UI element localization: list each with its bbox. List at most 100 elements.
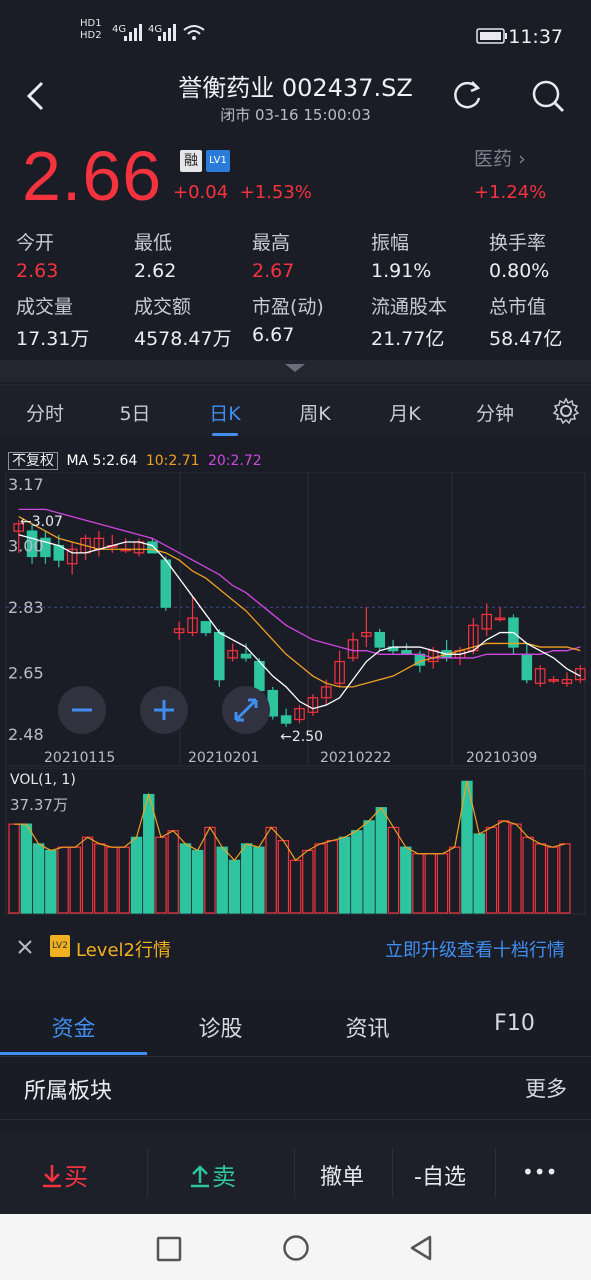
stat-label: 换手率 bbox=[489, 232, 547, 254]
zoom-out-button[interactable] bbox=[58, 686, 106, 734]
volume-bar bbox=[143, 793, 155, 914]
home-icon[interactable] bbox=[282, 1234, 310, 1262]
stat-value: 21.77亿 bbox=[371, 328, 445, 350]
more-link[interactable]: 更多 bbox=[525, 1073, 567, 1103]
volume-bar bbox=[559, 843, 571, 914]
volume-bar bbox=[191, 849, 204, 914]
tab-weekly-k[interactable]: 周K bbox=[270, 399, 360, 426]
tab-minute[interactable]: 分钟 bbox=[450, 399, 540, 426]
volume-bar bbox=[204, 826, 216, 914]
ma5-label: MA 5:2.64 bbox=[66, 453, 138, 469]
last-price: 2.66 bbox=[22, 137, 163, 215]
vol-max-label: 37.37万 bbox=[10, 796, 68, 814]
more-menu-button[interactable]: ••• bbox=[522, 1160, 557, 1184]
y-tick-label: 2.48 bbox=[8, 725, 44, 744]
sector-link[interactable]: 医药 › bbox=[474, 144, 526, 171]
active-tab-indicator bbox=[0, 1052, 147, 1055]
sell-button[interactable]: 卖 bbox=[188, 1157, 236, 1192]
stat-value: 6.67 bbox=[252, 324, 295, 346]
stat-label: 成交额 bbox=[134, 296, 192, 318]
volume-bar bbox=[265, 826, 277, 914]
wifi-icon bbox=[183, 25, 205, 40]
stats-grid: 今开 2.63 最低 2.62 最高 2.67 振幅 1.91% 换手率 0.80% 成交量 17.3… bbox=[0, 228, 591, 358]
candle-body bbox=[280, 715, 292, 724]
stat-value: 0.80% bbox=[489, 260, 550, 282]
vol-title: VOL(1, 1) bbox=[10, 772, 76, 788]
buy-button[interactable]: 买 bbox=[40, 1157, 88, 1192]
tab-5day[interactable]: 5日 bbox=[90, 399, 180, 426]
stat-label: 最高 bbox=[252, 232, 291, 254]
stat-value: 2.63 bbox=[16, 260, 59, 282]
volume-bar bbox=[179, 843, 192, 914]
volume-bar bbox=[240, 843, 253, 914]
sector-name: 医药 bbox=[474, 148, 513, 170]
battery-icon bbox=[476, 28, 507, 44]
clock: 11:37 bbox=[508, 26, 563, 48]
collapse-strip[interactable] bbox=[0, 360, 591, 382]
tab-news[interactable]: 资讯 bbox=[294, 1011, 441, 1043]
volume-bar bbox=[400, 846, 412, 914]
section-title: 所属板块 bbox=[24, 1079, 113, 1104]
volume-bar bbox=[326, 839, 339, 914]
tab-diagnosis[interactable]: 诊股 bbox=[147, 1011, 294, 1043]
sector-change: +1.24% bbox=[474, 182, 547, 203]
candle-body bbox=[374, 631, 386, 648]
fullscreen-button[interactable] bbox=[222, 686, 270, 734]
lv1-badge: LV1 bbox=[206, 150, 230, 172]
margin-badge: 融 bbox=[180, 150, 202, 172]
status-bar: HD1 HD2 4G 4G 11:37 bbox=[0, 0, 591, 64]
adjust-mode[interactable]: 不复权 bbox=[8, 452, 58, 470]
tab-monthly-k[interactable]: 月K bbox=[360, 399, 450, 426]
recent-apps-icon[interactable] bbox=[156, 1236, 182, 1262]
cancel-order-button[interactable]: 撤单 bbox=[320, 1159, 364, 1191]
volume-bar bbox=[94, 843, 106, 914]
upgrade-link[interactable]: 立即升级查看十档行情 bbox=[385, 936, 565, 962]
stat-label: 市盈(动) bbox=[252, 296, 324, 318]
tab-funds[interactable]: 资金 bbox=[0, 1011, 147, 1043]
refresh-icon[interactable] bbox=[450, 78, 484, 112]
sector-section-header: 所属板块 更多 bbox=[0, 1056, 591, 1120]
ma20-line bbox=[18, 508, 581, 659]
signal-icon bbox=[124, 24, 142, 41]
stat-value: 1.91% bbox=[371, 260, 432, 282]
remove-watchlist-button[interactable]: -自选 bbox=[414, 1159, 466, 1191]
volume-bar bbox=[167, 830, 179, 914]
back-icon[interactable] bbox=[408, 1234, 434, 1262]
volume-bar bbox=[351, 830, 363, 914]
ma10-label: 10:2.71 bbox=[145, 453, 200, 469]
volume-bar bbox=[424, 853, 436, 914]
trade-action-bar: 买 卖 撤单 -自选 ••• bbox=[0, 1132, 591, 1214]
stat-label: 最低 bbox=[134, 232, 173, 254]
volume-bar bbox=[436, 853, 449, 914]
sell-arrow-icon bbox=[191, 1165, 209, 1188]
expand-icon bbox=[234, 698, 258, 722]
volume-bar bbox=[497, 820, 510, 914]
level2-banner[interactable]: LV2 Level2行情 立即升级查看十档行情 bbox=[0, 926, 591, 970]
x-tick-label: 20210222 bbox=[320, 750, 391, 766]
volume-bar bbox=[363, 820, 375, 914]
search-icon[interactable] bbox=[530, 78, 566, 114]
candle-body bbox=[147, 541, 158, 554]
volume-bar bbox=[20, 823, 33, 914]
volume-bar bbox=[534, 843, 547, 914]
close-icon[interactable] bbox=[16, 938, 34, 956]
divider bbox=[147, 1148, 148, 1198]
buy-label: 买 bbox=[64, 1163, 88, 1191]
volume-bar bbox=[106, 846, 118, 914]
tab-daily-k[interactable]: 日K bbox=[180, 399, 270, 426]
volume-bar bbox=[375, 807, 388, 914]
market-status: 闭市 03-16 15:00:03 bbox=[220, 106, 371, 124]
stat-value: 4578.47万 bbox=[134, 328, 232, 350]
stat-label: 总市值 bbox=[489, 296, 547, 318]
gear-icon[interactable] bbox=[552, 397, 580, 425]
info-tabs: 资金 诊股 资讯 F10 bbox=[0, 995, 591, 1055]
tab-fenshi[interactable]: 分时 bbox=[0, 399, 90, 426]
volume-bar bbox=[69, 846, 82, 914]
volume-bar bbox=[8, 823, 20, 914]
volume-bar bbox=[216, 846, 228, 914]
tab-f10[interactable]: F10 bbox=[441, 1011, 588, 1036]
stat-value: 17.31万 bbox=[16, 328, 90, 350]
volume-bar bbox=[473, 833, 485, 914]
zoom-in-button[interactable] bbox=[140, 686, 188, 734]
divider bbox=[392, 1148, 393, 1198]
